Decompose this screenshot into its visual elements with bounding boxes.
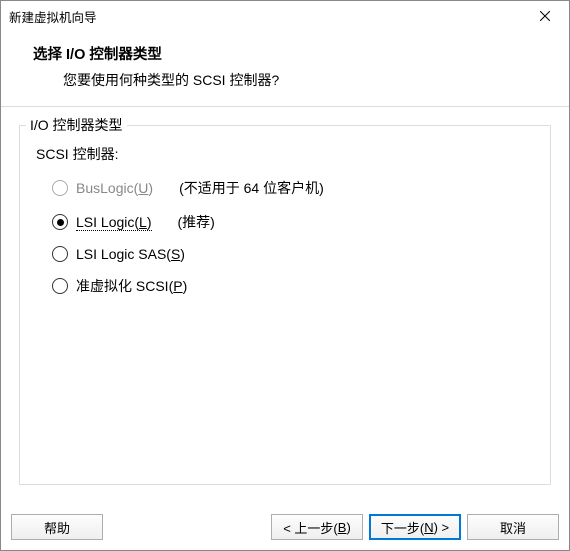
option-hint-buslogic: (不适用于 64 位客户机) [179,178,324,198]
option-paravirtual[interactable]: 准虚拟化 SCSI(P) [52,276,534,296]
content-area: I/O 控制器类型 SCSI 控制器: BusLogic(U) (不适用于 64… [1,107,569,507]
radio-buslogic [52,180,68,196]
wizard-window: 新建虚拟机向导 选择 I/O 控制器类型 您要使用何种类型的 SCSI 控制器?… [0,0,570,551]
cancel-button[interactable]: 取消 [467,514,559,540]
option-label-buslogic: BusLogic(U) [76,180,153,196]
io-controller-group: I/O 控制器类型 SCSI 控制器: BusLogic(U) (不适用于 64… [19,125,551,485]
close-button[interactable] [525,2,565,30]
page-subtitle: 您要使用何种类型的 SCSI 控制器? [33,70,565,90]
option-label-lsilogic-sas: LSI Logic SAS(S) [76,246,185,262]
option-lsilogic-sas[interactable]: LSI Logic SAS(S) [52,246,534,262]
radio-lsilogic[interactable] [52,214,68,230]
radio-paravirtual[interactable] [52,278,68,294]
back-button[interactable]: < 上一步(B) [271,514,363,540]
option-lsilogic[interactable]: LSI Logic(L) (推荐) [52,212,534,232]
option-buslogic: BusLogic(U) (不适用于 64 位客户机) [52,178,534,198]
next-button[interactable]: 下一步(N) > [369,514,461,540]
wizard-footer: 帮助 < 上一步(B) 下一步(N) > 取消 [1,507,569,550]
radio-lsilogic-sas[interactable] [52,246,68,262]
help-button[interactable]: 帮助 [11,514,103,540]
option-label-paravirtual: 准虚拟化 SCSI(P) [76,276,187,296]
window-title: 新建虚拟机向导 [9,7,97,26]
scsi-controller-label: SCSI 控制器: [36,144,534,164]
wizard-header: 选择 I/O 控制器类型 您要使用何种类型的 SCSI 控制器? [1,31,569,106]
title-bar: 新建虚拟机向导 [1,1,569,31]
close-icon [540,11,550,21]
option-hint-lsilogic: (推荐) [178,212,215,232]
group-label: I/O 控制器类型 [26,115,127,135]
option-label-lsilogic: LSI Logic(L) [76,214,152,230]
page-title: 选择 I/O 控制器类型 [33,43,565,64]
